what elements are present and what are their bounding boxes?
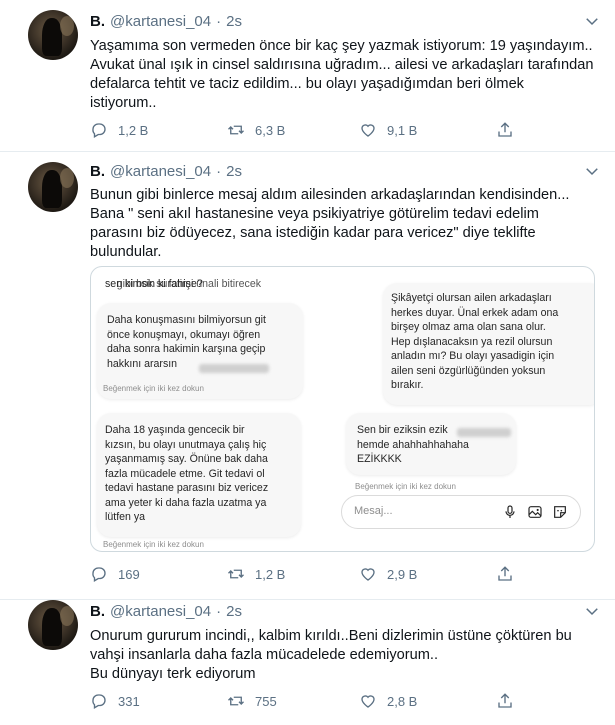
retweet-button[interactable]: 755 bbox=[227, 692, 277, 710]
tweet-text-line: Bana " seni akıl hastanesine veya psikiy… bbox=[90, 206, 539, 222]
tweet-text-line: istiyorum.. bbox=[90, 95, 157, 111]
tweet-text-line: Yaşamıma son vermeden önce bir kaç şey y… bbox=[90, 38, 593, 54]
heart-icon bbox=[361, 124, 375, 137]
chevron-down-icon[interactable] bbox=[583, 602, 601, 620]
image-icon[interactable] bbox=[527, 504, 543, 520]
tweet-text: Bunun gibi binlerce mesaj aldım ailesind… bbox=[90, 186, 569, 262]
retweet-button[interactable]: 6,3 B bbox=[227, 121, 285, 139]
tweet-3[interactable]: B. @kartanesi_04 · 2s Onurum gururum inc… bbox=[0, 600, 615, 725]
share-icon bbox=[498, 122, 512, 137]
heart-icon bbox=[361, 568, 375, 581]
tweet-actions: 1,2 B 6,3 B 9,1 B bbox=[90, 121, 610, 141]
retweet-icon bbox=[228, 569, 244, 579]
reply-count: 1,2 B bbox=[118, 122, 149, 138]
like-button[interactable]: 9,1 B bbox=[359, 121, 417, 139]
reply-count: 169 bbox=[118, 566, 140, 582]
chevron-down-icon[interactable] bbox=[583, 162, 601, 180]
share-button[interactable] bbox=[496, 692, 514, 710]
display-name[interactable]: B. bbox=[90, 603, 105, 620]
microphone-icon[interactable] bbox=[502, 504, 518, 520]
tweet-text-line: Avukat ünal ışık in cinsel saldırısına u… bbox=[90, 57, 594, 73]
reply-button[interactable]: 169 bbox=[90, 565, 140, 583]
message-text: Daha 18 yaşında gencecik bir kızsın, bu … bbox=[105, 424, 269, 523]
tweet-actions: 331 755 2,8 B bbox=[90, 692, 610, 712]
message-text: Şikâyetçi olursan ailen arkadaşları herk… bbox=[391, 292, 559, 391]
tweet-header: B. @kartanesi_04 · 2s bbox=[90, 13, 242, 30]
retweet-count: 6,3 B bbox=[255, 122, 286, 138]
double-tap-like-hint: Beğenmek için iki kez dokun bbox=[103, 384, 204, 393]
message-input-placeholder: Mesaj... bbox=[354, 505, 393, 517]
tweet-1[interactable]: B. @kartanesi_04 · 2s Yaşamıma son verme… bbox=[0, 0, 615, 152]
reply-icon bbox=[92, 567, 106, 582]
like-button[interactable]: 2,8 B bbox=[359, 692, 417, 710]
share-icon bbox=[498, 566, 512, 581]
attached-screenshot[interactable]: gibi bok suratimi ünali bitirecek sen ki… bbox=[90, 266, 595, 552]
separator-dot: · bbox=[216, 13, 222, 30]
like-count: 9,1 B bbox=[387, 122, 418, 138]
retweet-button[interactable]: 1,2 B bbox=[227, 565, 285, 583]
reply-count: 331 bbox=[118, 693, 140, 709]
message-input[interactable]: Mesaj... bbox=[341, 495, 581, 529]
retweet-icon bbox=[228, 125, 244, 135]
tweet-time[interactable]: 2s bbox=[226, 163, 242, 180]
display-name[interactable]: B. bbox=[90, 13, 105, 30]
redacted-text bbox=[457, 428, 511, 437]
sticker-icon[interactable] bbox=[552, 504, 568, 520]
tweet-time[interactable]: 2s bbox=[226, 13, 242, 30]
user-handle[interactable]: @kartanesi_04 bbox=[110, 13, 211, 30]
reply-button[interactable]: 331 bbox=[90, 692, 140, 710]
tweet-text-line: bulundular. bbox=[90, 244, 162, 260]
retweet-count: 1,2 B bbox=[255, 566, 286, 582]
tweet-text-line: defalarca tehtit ve taciz edildim... bu … bbox=[90, 76, 524, 92]
like-count: 2,8 B bbox=[387, 693, 418, 709]
tweet-header: B. @kartanesi_04 · 2s bbox=[90, 163, 242, 180]
like-count: 2,9 B bbox=[387, 566, 418, 582]
chevron-down-icon[interactable] bbox=[583, 12, 601, 30]
separator-dot: · bbox=[216, 603, 222, 620]
user-handle[interactable]: @kartanesi_04 bbox=[110, 603, 211, 620]
avatar[interactable] bbox=[28, 10, 78, 60]
share-button[interactable] bbox=[496, 565, 514, 583]
separator-dot: · bbox=[216, 163, 222, 180]
avatar[interactable] bbox=[28, 162, 78, 212]
tweet-actions: 169 1,2 B 2,9 B bbox=[90, 565, 610, 585]
display-name[interactable]: B. bbox=[90, 163, 105, 180]
tweet-text-line: Bunun gibi binlerce mesaj aldım ailesind… bbox=[90, 187, 570, 203]
message-text: sen kimsin ki fahişe? bbox=[105, 278, 203, 290]
reply-button[interactable]: 1,2 B bbox=[90, 121, 148, 139]
tweet-text: Onurum gururum incindi,, kalbim kırıldı.… bbox=[90, 627, 572, 684]
redacted-text bbox=[199, 364, 269, 373]
retweet-count: 755 bbox=[255, 693, 277, 709]
tweet-text-line: Bu dünyayı terk ediyorum bbox=[90, 666, 256, 682]
tweet-text: Yaşamıma son vermeden önce bir kaç şey y… bbox=[90, 37, 593, 113]
retweet-icon bbox=[228, 696, 244, 706]
reply-icon bbox=[92, 123, 106, 138]
tweet-text-line: parasını biz ödüyecez, sana istediğin ka… bbox=[90, 225, 536, 241]
tweet-text-line: Onurum gururum incindi,, kalbim kırıldı.… bbox=[90, 628, 572, 644]
avatar[interactable] bbox=[28, 600, 78, 650]
share-button[interactable] bbox=[496, 121, 514, 139]
share-icon bbox=[498, 693, 512, 708]
message-text: Sen bir eziksin ezik hemde ahahhahhahaha… bbox=[357, 424, 469, 465]
reply-icon bbox=[92, 694, 106, 709]
message-text: Daha konuşmasını bilmiyorsun git önce ko… bbox=[107, 314, 266, 370]
double-tap-like-hint: Beğenmek için iki kez dokun bbox=[355, 482, 456, 491]
user-handle[interactable]: @kartanesi_04 bbox=[110, 163, 211, 180]
double-tap-like-hint: Beğenmek için iki kez dokun bbox=[103, 540, 204, 549]
tweet-text-line: vahşi insanlarla daha fazla mücadelede e… bbox=[90, 647, 439, 663]
tweet-header: B. @kartanesi_04 · 2s bbox=[90, 603, 242, 620]
tweet-time[interactable]: 2s bbox=[226, 603, 242, 620]
like-button[interactable]: 2,9 B bbox=[359, 565, 417, 583]
heart-icon bbox=[361, 695, 375, 708]
